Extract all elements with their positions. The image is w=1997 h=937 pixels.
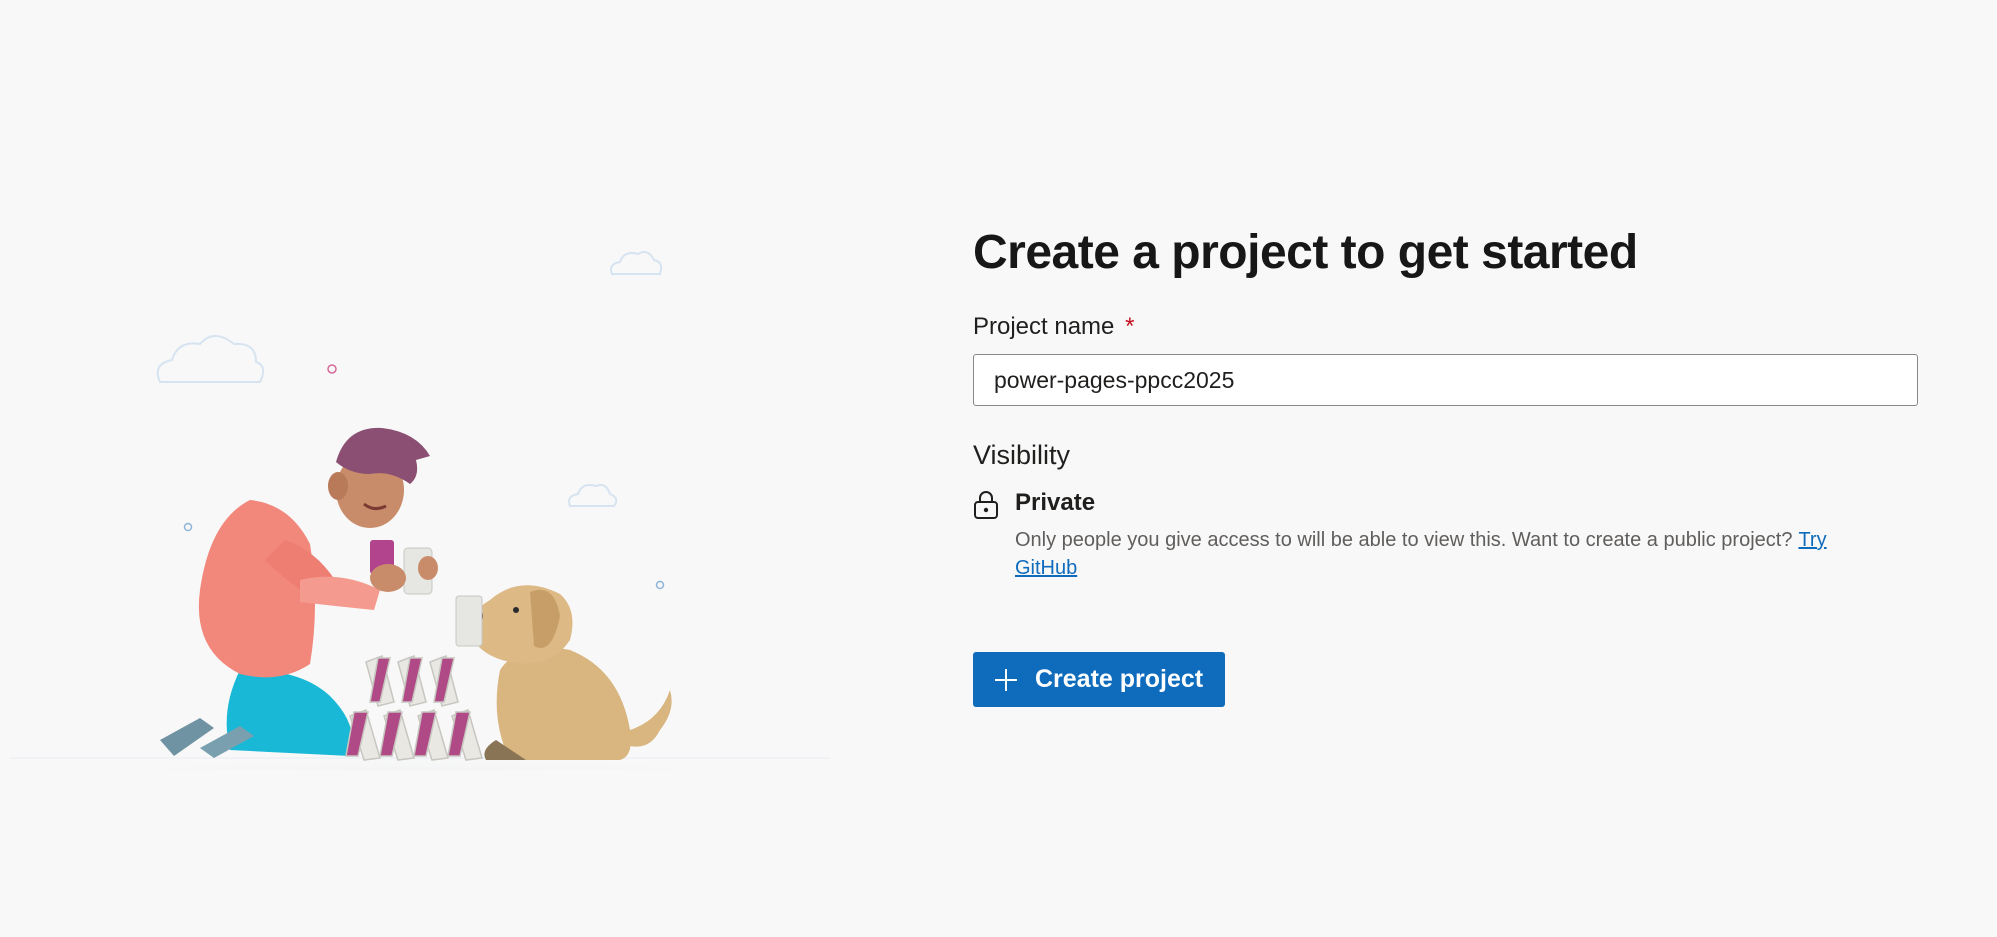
project-name-label-text: Project name (973, 313, 1115, 340)
create-project-page: Create a project to get started Project … (0, 0, 1997, 937)
page-title: Create a project to get started (973, 226, 1638, 279)
lock-icon (974, 491, 998, 519)
project-name-input[interactable] (973, 354, 1918, 406)
visibility-option-text: Private Only people you give access to w… (1015, 488, 1885, 582)
create-project-button[interactable]: Create project (973, 652, 1226, 707)
visibility-heading: Visibility (973, 440, 1071, 470)
plus-icon (995, 668, 1017, 691)
visibility-option-private: Private Only people you give access to w… (973, 488, 1918, 582)
visibility-option-title: Private (1015, 489, 1096, 516)
visibility-option-description: Only people you give access to will be a… (1015, 526, 1885, 582)
required-marker: * (1125, 313, 1135, 340)
create-project-form: Create a project to get started Project … (973, 218, 1918, 707)
visibility-description-text: Only people you give access to will be a… (1015, 529, 1793, 551)
project-name-label: Project name * (973, 312, 1918, 342)
create-project-label: Create project (1035, 665, 1204, 693)
house-of-cards-illustration (0, 251, 840, 770)
